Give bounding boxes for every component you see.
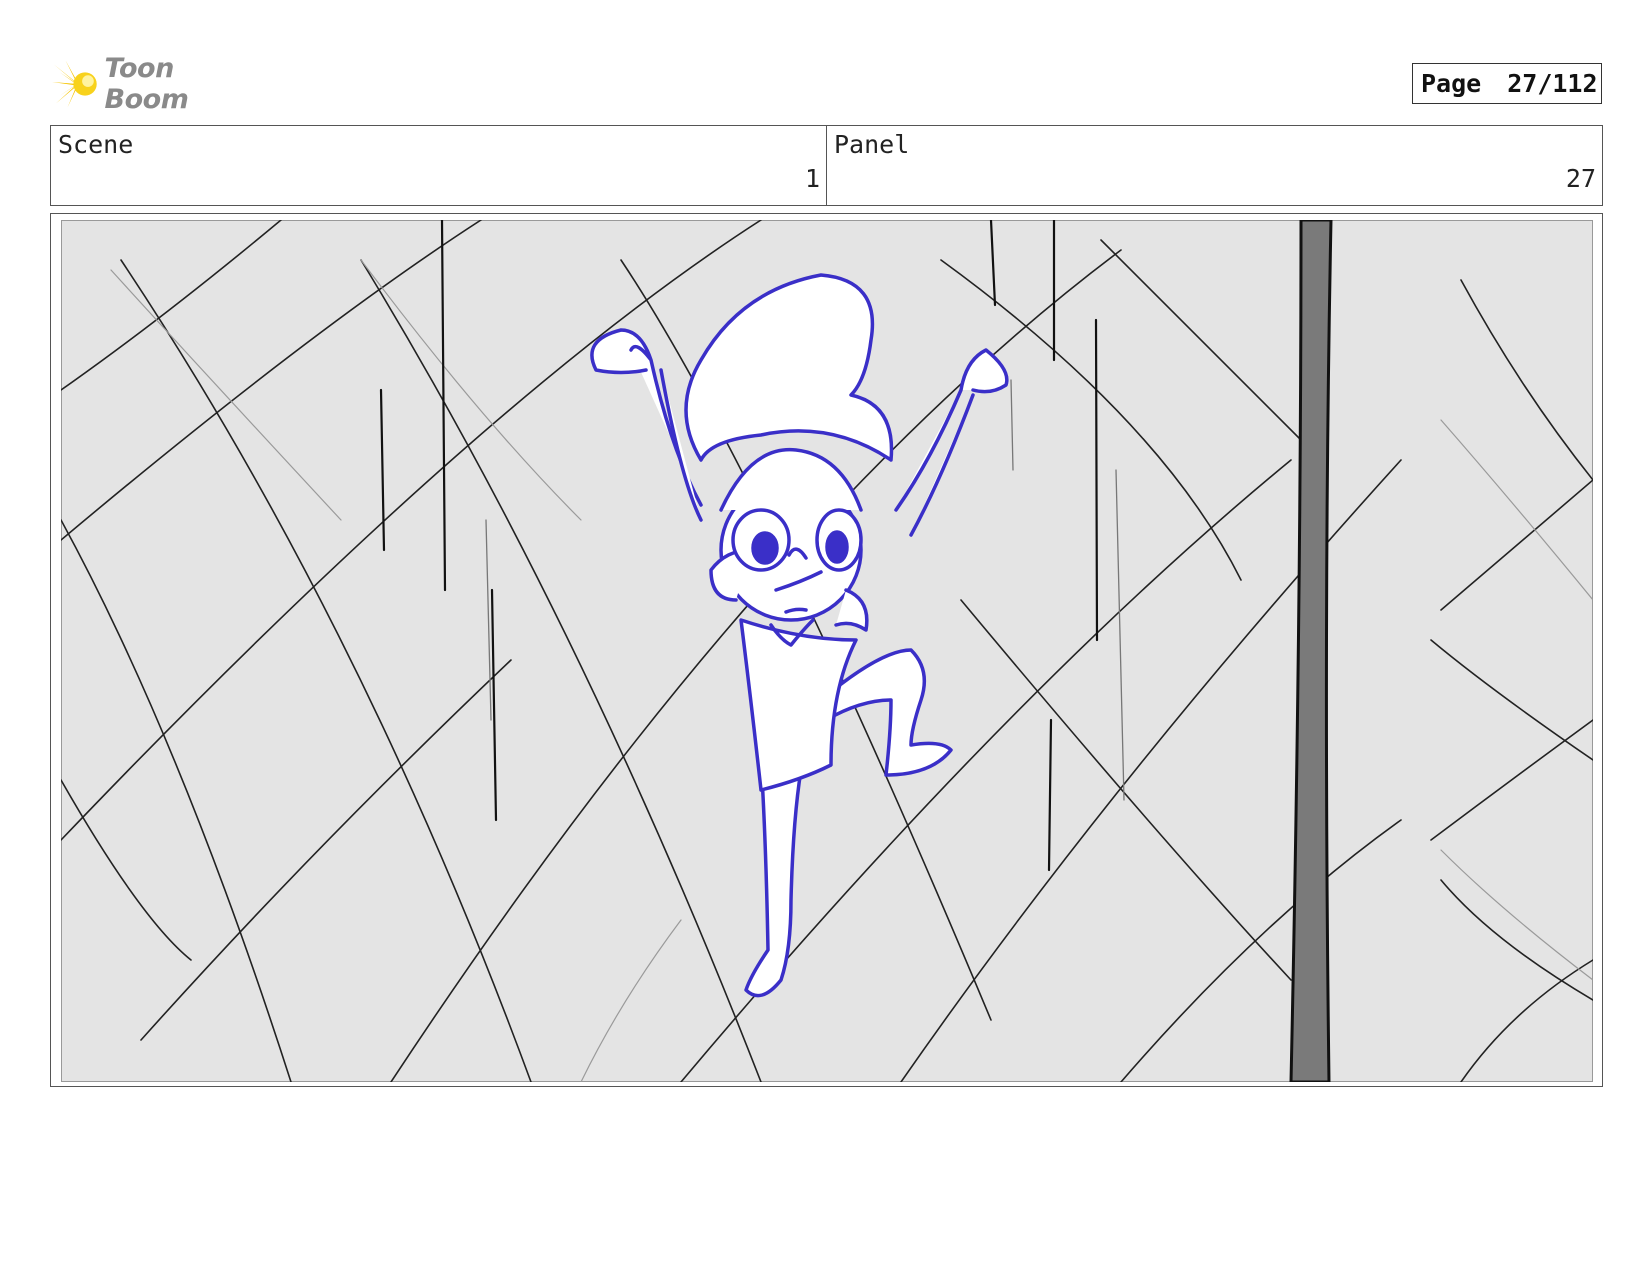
scene-label: Scene (58, 130, 134, 159)
scene-panel-info: Scene 1 Panel 27 (50, 125, 1603, 206)
page-label: Page (1421, 69, 1482, 98)
panel-cell: Panel 27 (826, 126, 1602, 205)
scene-number: 1 (804, 164, 820, 193)
page-indicator: Page 27/112 (1412, 63, 1602, 104)
panel-number: 27 (1565, 164, 1596, 193)
character-right-pupil (825, 530, 849, 564)
toon-boom-logo: Toon Boom (52, 53, 262, 115)
storyboard-drawing (61, 220, 1593, 1082)
character-left-pupil (751, 531, 779, 565)
logo-text: Toon Boom (104, 53, 189, 115)
page-number: 27/112 (1507, 69, 1598, 98)
panel-label: Panel (834, 130, 910, 159)
starburst-icon (52, 60, 97, 108)
scene-cell: Scene 1 (51, 126, 826, 205)
